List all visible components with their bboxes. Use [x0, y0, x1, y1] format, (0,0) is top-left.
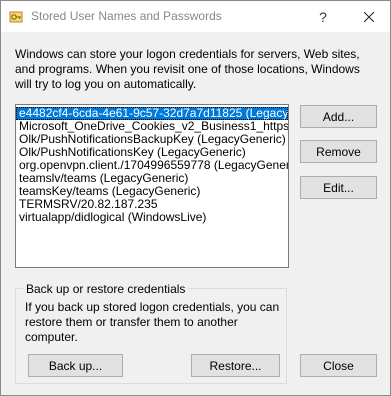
dialog-description: Windows can store your logon credentials… [15, 47, 360, 91]
key-icon [9, 9, 25, 25]
close-button[interactable]: Close [300, 354, 377, 377]
list-item[interactable]: virtualapp/didlogical (WindowsLive) [16, 211, 288, 224]
window-title: Stored User Names and Passwords [31, 9, 222, 23]
add-button[interactable]: Add... [300, 105, 377, 128]
backup-group-legend: Back up or restore credentials [23, 282, 189, 296]
restore-button[interactable]: Restore... [191, 354, 280, 377]
edit-button[interactable]: Edit... [300, 176, 377, 199]
help-button[interactable]: ? [304, 1, 342, 32]
backup-button[interactable]: Back up... [28, 354, 123, 377]
backup-group-description: If you back up stored logon credentials,… [25, 300, 280, 344]
credentials-list[interactable]: e4482cf4-6cda-4e61-9c57-32d7a7d11825 (Le… [15, 104, 289, 268]
close-icon[interactable] [348, 1, 390, 32]
remove-button[interactable]: Remove [300, 140, 377, 163]
credentials-dialog: Stored User Names and Passwords ? Window… [0, 0, 391, 396]
title-bar[interactable]: Stored User Names and Passwords ? [1, 1, 390, 32]
